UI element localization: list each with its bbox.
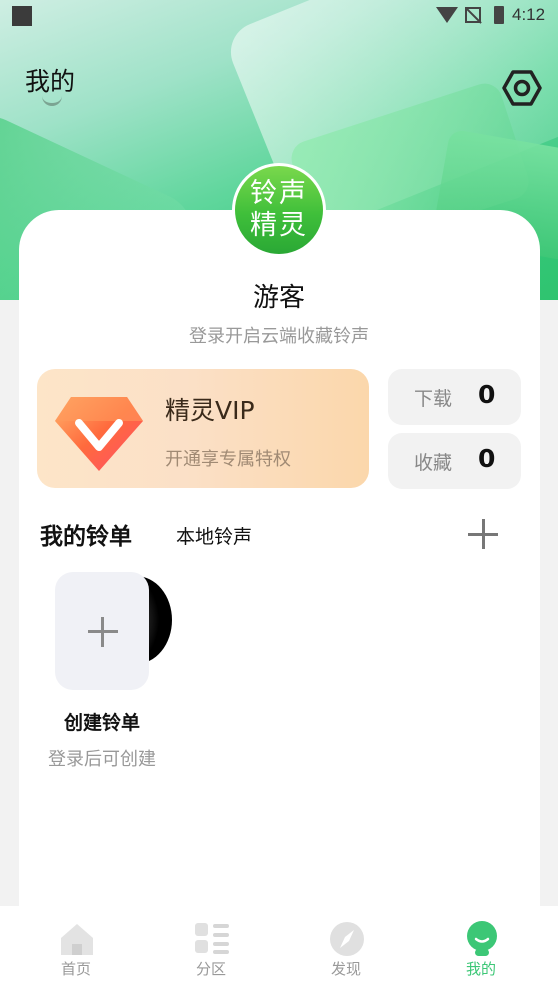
favorites-count: 0 xyxy=(478,444,496,473)
downloads-stat[interactable]: 下载 0 xyxy=(388,369,521,425)
create-playlist-plus-icon xyxy=(55,572,149,690)
nav-discover[interactable]: 发现 xyxy=(276,906,416,992)
compass-icon xyxy=(330,922,364,956)
nav-category[interactable]: 分区 xyxy=(141,906,281,992)
home-icon xyxy=(61,924,93,955)
favorites-label: 收藏 xyxy=(414,452,453,474)
nav-profile-label: 我的 xyxy=(465,960,496,978)
favorites-stat[interactable]: 收藏 0 xyxy=(388,433,521,489)
nav-home-label: 首页 xyxy=(60,960,91,978)
avatar[interactable]: 铃声 精灵 xyxy=(232,163,326,257)
add-playlist-button[interactable] xyxy=(466,517,500,551)
bottom-navigation: 首页 分区 发现 我的 xyxy=(0,906,558,992)
wifi-icon xyxy=(436,7,458,23)
avatar-text-line2: 精灵 xyxy=(250,210,308,241)
login-hint[interactable]: 登录开启云端收藏铃声 xyxy=(0,322,558,348)
category-icon xyxy=(195,923,229,954)
nav-profile[interactable]: 我的 xyxy=(411,906,551,992)
battery-icon xyxy=(494,6,504,24)
create-playlist-card[interactable] xyxy=(55,572,175,692)
downloads-count: 0 xyxy=(478,380,496,409)
status-bar: 4:12 xyxy=(0,0,558,32)
settings-button[interactable] xyxy=(500,66,544,110)
vip-subtitle: 开通享专属特权 xyxy=(165,449,291,470)
create-playlist-hint: 登录后可创建 xyxy=(48,749,156,770)
profile-card xyxy=(19,210,540,910)
nav-discover-label: 发现 xyxy=(330,960,361,978)
vip-diamond-icon xyxy=(55,397,143,471)
vip-title: 精灵VIP xyxy=(165,396,255,425)
settings-hexagon-icon xyxy=(502,70,542,106)
vip-banner[interactable]: 精灵VIP 开通享专属特权 xyxy=(37,369,369,488)
status-time: 4:12 xyxy=(512,5,546,24)
profile-icon xyxy=(467,921,497,956)
notification-icon xyxy=(12,6,32,26)
avatar-text-line1: 铃声 xyxy=(250,178,308,209)
downloads-label: 下载 xyxy=(414,388,453,410)
nav-home[interactable]: 首页 xyxy=(6,906,146,992)
nav-category-label: 分区 xyxy=(195,960,226,978)
page-title: 我的 xyxy=(25,67,76,96)
username[interactable]: 游客 xyxy=(0,277,558,314)
tab-my-playlists[interactable]: 我的铃单 xyxy=(40,517,132,551)
no-signal-icon xyxy=(465,7,481,23)
create-playlist-title[interactable]: 创建铃单 xyxy=(37,708,167,735)
tab-local-ringtones[interactable]: 本地铃声 xyxy=(176,522,252,549)
